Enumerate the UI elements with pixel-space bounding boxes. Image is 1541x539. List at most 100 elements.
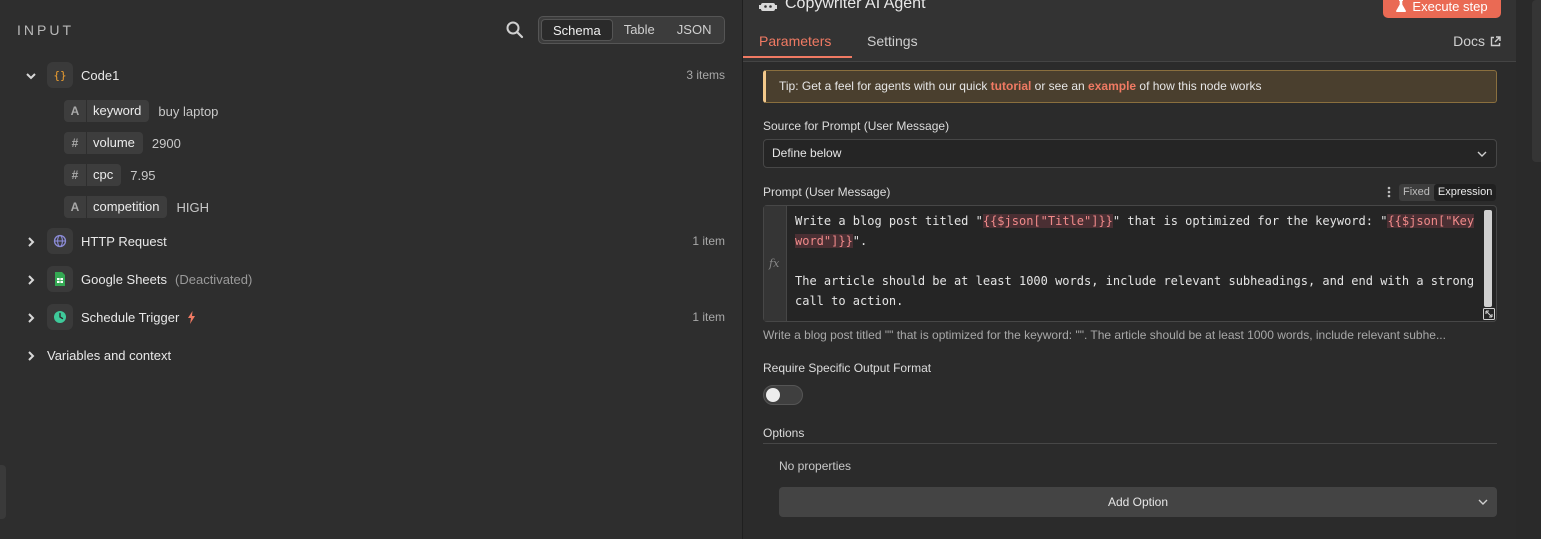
variables-label: Variables and context	[47, 348, 172, 363]
field-row[interactable]: # volume 2900	[64, 131, 181, 155]
field-key: volume	[86, 132, 143, 154]
search-icon[interactable]	[505, 20, 525, 40]
node-name: HTTP Request	[81, 234, 167, 249]
view-tab-table[interactable]: Table	[613, 19, 666, 41]
chevron-right-icon[interactable]	[24, 349, 38, 363]
prompt-expression-editor[interactable]: fx Write a blog post titled "{{$json["Ti…	[763, 205, 1497, 322]
tab-settings[interactable]: Settings	[867, 33, 918, 49]
prompt-segment: The article should be at least 1000 word…	[795, 274, 1475, 308]
view-tab-schema[interactable]: Schema	[541, 19, 613, 41]
field-row[interactable]: # cpc 7.95	[64, 163, 156, 187]
flask-icon	[1396, 0, 1407, 12]
docs-label: Docs	[1453, 33, 1485, 49]
item-count: 1 item	[692, 310, 725, 324]
prompt-label: Prompt (User Message)	[763, 185, 891, 199]
node-name: Code1	[81, 68, 120, 83]
node-name-text: Schedule Trigger	[81, 310, 180, 325]
field-pill[interactable]: A keyword	[64, 100, 150, 122]
active-tab-indicator	[743, 56, 852, 58]
node-title[interactable]: Copywriter AI Agent	[785, 0, 926, 13]
number-type-icon: #	[71, 136, 79, 150]
field-value: 2900	[151, 135, 181, 151]
tutorial-link[interactable]: tutorial	[991, 79, 1032, 93]
field-value: HIGH	[176, 199, 209, 215]
tip-callout: Tip: Get a feel for agents with our quic…	[763, 70, 1497, 103]
execute-step-label: Execute step	[1412, 0, 1488, 14]
globe-icon	[47, 228, 73, 254]
field-key: cpc	[86, 164, 121, 186]
field-pill[interactable]: A competition	[64, 196, 168, 218]
prompt-segment: Write a blog post titled "	[795, 214, 983, 228]
view-mode-switcher: Schema Table JSON	[538, 16, 726, 44]
tree-node-http-request[interactable]: HTTP Request 1 item	[0, 227, 742, 257]
item-count: 3 items	[686, 68, 725, 82]
source-prompt-value: Define below	[772, 146, 842, 160]
node-parameters-panel: Copywriter AI Agent Execute step Paramet…	[742, 0, 1517, 539]
tab-parameters[interactable]: Parameters	[759, 33, 831, 49]
side-panel-handle[interactable]	[1532, 0, 1541, 162]
field-value: 7.95	[130, 167, 156, 183]
field-pill[interactable]: # volume	[64, 132, 143, 154]
chevron-right-icon[interactable]	[24, 273, 38, 287]
svg-text:{}: {}	[53, 69, 66, 82]
clock-icon	[47, 304, 73, 330]
editor-scrollbar[interactable]	[1484, 210, 1492, 307]
field-key: competition	[86, 196, 167, 218]
tip-text: Tip: Get a feel for agents with our quic…	[779, 79, 991, 93]
prompt-text[interactable]: Write a blog post titled "{{$json["Title…	[795, 211, 1481, 311]
docs-link[interactable]: Docs	[1453, 33, 1501, 49]
field-row[interactable]: A keyword buy laptop	[64, 99, 218, 123]
robot-icon	[759, 0, 777, 11]
lightning-bolt-icon	[187, 311, 195, 324]
output-format-label: Require Specific Output Format	[763, 361, 932, 375]
options-divider	[763, 443, 1497, 444]
prompt-segment: ".	[852, 234, 868, 248]
chevron-down-icon	[1477, 151, 1487, 157]
string-type-icon: A	[70, 104, 80, 118]
execute-step-button[interactable]: Execute step	[1383, 0, 1501, 18]
fx-icon: fx	[769, 257, 780, 270]
number-type-icon: #	[71, 168, 79, 182]
field-key: keyword	[86, 100, 149, 122]
chevron-right-icon[interactable]	[24, 311, 38, 325]
tree-node-code1[interactable]: {} Code1 3 items	[0, 61, 742, 91]
field-value: buy laptop	[158, 103, 219, 119]
mode-fixed[interactable]: Fixed	[1399, 184, 1434, 201]
node-name: Schedule Trigger	[81, 310, 196, 325]
source-prompt-label: Source for Prompt (User Message)	[763, 119, 950, 133]
code-icon: {}	[47, 62, 73, 88]
input-panel: INPUT Schema Table JSON {} Code1 3 items…	[0, 0, 742, 539]
example-link[interactable]: example	[1088, 79, 1136, 93]
expand-editor-icon[interactable]	[1483, 308, 1495, 320]
panel-header: Copywriter AI Agent Execute step Paramet…	[743, 0, 1517, 62]
add-option-button[interactable]: Add Option	[779, 487, 1497, 517]
view-tab-json[interactable]: JSON	[666, 19, 723, 41]
source-prompt-select[interactable]: Define below	[763, 139, 1497, 168]
add-option-label: Add Option	[1107, 495, 1169, 509]
tip-text: of how this node works	[1136, 79, 1262, 93]
field-pill[interactable]: # cpc	[64, 164, 122, 186]
expression-result-preview: Write a blog post titled "" that is opti…	[763, 328, 1446, 342]
chevron-right-icon[interactable]	[24, 235, 38, 249]
tree-node-google-sheets[interactable]: Google Sheets (Deactivated)	[0, 265, 742, 295]
item-count: 1 item	[692, 234, 725, 248]
options-label: Options	[763, 426, 805, 440]
node-name: Google Sheets (Deactivated)	[81, 272, 252, 287]
no-properties-text: No properties	[779, 459, 852, 473]
chevron-down-icon[interactable]	[24, 69, 38, 83]
string-type-icon: A	[70, 200, 80, 214]
external-link-icon	[1490, 35, 1501, 46]
field-row[interactable]: A competition HIGH	[64, 195, 209, 219]
tree-node-schedule-trigger[interactable]: Schedule Trigger 1 item	[0, 303, 742, 333]
prompt-segment: " that is optimized for the keyword: "	[1112, 214, 1388, 228]
panel-drag-handle[interactable]	[0, 465, 6, 519]
expression-token: {{$json["Title"]}}	[982, 214, 1113, 228]
chevron-down-icon	[1478, 499, 1488, 505]
expression-gutter: fx	[764, 206, 787, 321]
mode-expression[interactable]: Expression	[1433, 184, 1497, 201]
google-sheets-icon	[47, 266, 73, 292]
tip-text: or see an	[1031, 79, 1089, 93]
node-name-text: Google Sheets	[81, 272, 168, 287]
more-options-icon[interactable]	[1387, 186, 1391, 198]
output-format-toggle[interactable]	[763, 385, 803, 405]
